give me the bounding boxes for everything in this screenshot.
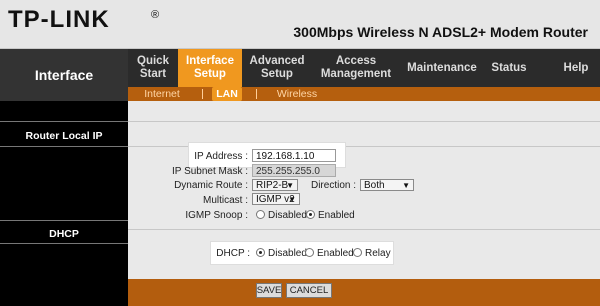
dhcp-enabled-label: Enabled [317, 248, 354, 259]
sub-nav [128, 87, 600, 101]
subtab-wireless[interactable]: Wireless [270, 87, 324, 101]
dynamic-route-label: Dynamic Route : [174, 180, 248, 191]
dhcp-relay-radio[interactable] [353, 248, 362, 257]
footer-bar [128, 279, 600, 306]
igmp-enabled-radio[interactable] [306, 210, 315, 219]
igmp-enabled-label: Enabled [318, 210, 355, 221]
ip-address-label: IP Address : [194, 151, 248, 162]
multicast-select[interactable]: IGMP v2 ▼ [252, 193, 300, 205]
content-divider [128, 121, 600, 122]
direction-select[interactable]: Both ▼ [360, 179, 414, 191]
dropdown-arrow-icon: ▼ [288, 195, 296, 204]
dhcp-enabled-radio[interactable] [305, 248, 314, 257]
igmp-disabled-radio[interactable] [256, 210, 265, 219]
section-dhcp: DHCP [49, 228, 79, 240]
dropdown-arrow-icon: ▼ [402, 181, 410, 190]
tab-access-management[interactable]: Access Management [318, 49, 394, 87]
tp-link-logo: TP-LINK [8, 6, 110, 33]
save-button[interactable]: SAVE [256, 283, 282, 298]
tab-help[interactable]: Help [556, 49, 596, 87]
dhcp-disabled-radio[interactable] [256, 248, 265, 257]
sidebar-divider [0, 220, 128, 221]
sidebar-divider [0, 121, 128, 122]
multicast-label: Multicast : [202, 195, 248, 206]
content-divider [128, 229, 600, 230]
direction-label: Direction : [310, 180, 356, 191]
dhcp-label: DHCP : [216, 248, 250, 259]
igmp-disabled-label: Disabled [268, 210, 307, 221]
subnet-mask-label: IP Subnet Mask : [172, 166, 248, 177]
sidebar-divider [0, 146, 128, 147]
sidebar-title: Interface [0, 49, 128, 101]
dhcp-relay-label: Relay [365, 248, 391, 259]
sidebar-divider [0, 243, 128, 244]
dynamic-route-select[interactable]: RIP2-B ▼ [252, 179, 298, 191]
tab-advanced-setup[interactable]: Advanced Setup [246, 49, 308, 87]
subtab-separator [256, 89, 257, 99]
subtab-lan[interactable]: LAN [212, 87, 242, 101]
ip-address-input[interactable]: 192.168.1.10 [252, 149, 336, 162]
dropdown-arrow-icon: ▼ [286, 181, 294, 190]
tab-status[interactable]: Status [486, 49, 532, 87]
tab-maintenance[interactable]: Maintenance [404, 49, 480, 87]
section-router-local-ip: Router Local IP [25, 130, 103, 142]
tab-interface-setup[interactable]: Interface Setup [178, 49, 242, 87]
subtab-separator [202, 89, 203, 99]
dhcp-disabled-label: Disabled [268, 248, 307, 259]
cancel-button[interactable]: CANCEL [286, 283, 332, 298]
igmp-snoop-label: IGMP Snoop : [185, 210, 248, 221]
subtab-internet[interactable]: Internet [138, 87, 186, 101]
model-title: 300Mbps Wireless N ADSL2+ Modem Router [293, 24, 588, 40]
registered-mark: ® [151, 9, 160, 21]
tab-quick-start[interactable]: Quick Start [132, 49, 174, 87]
subnet-mask-field: 255.255.255.0 [252, 164, 336, 177]
